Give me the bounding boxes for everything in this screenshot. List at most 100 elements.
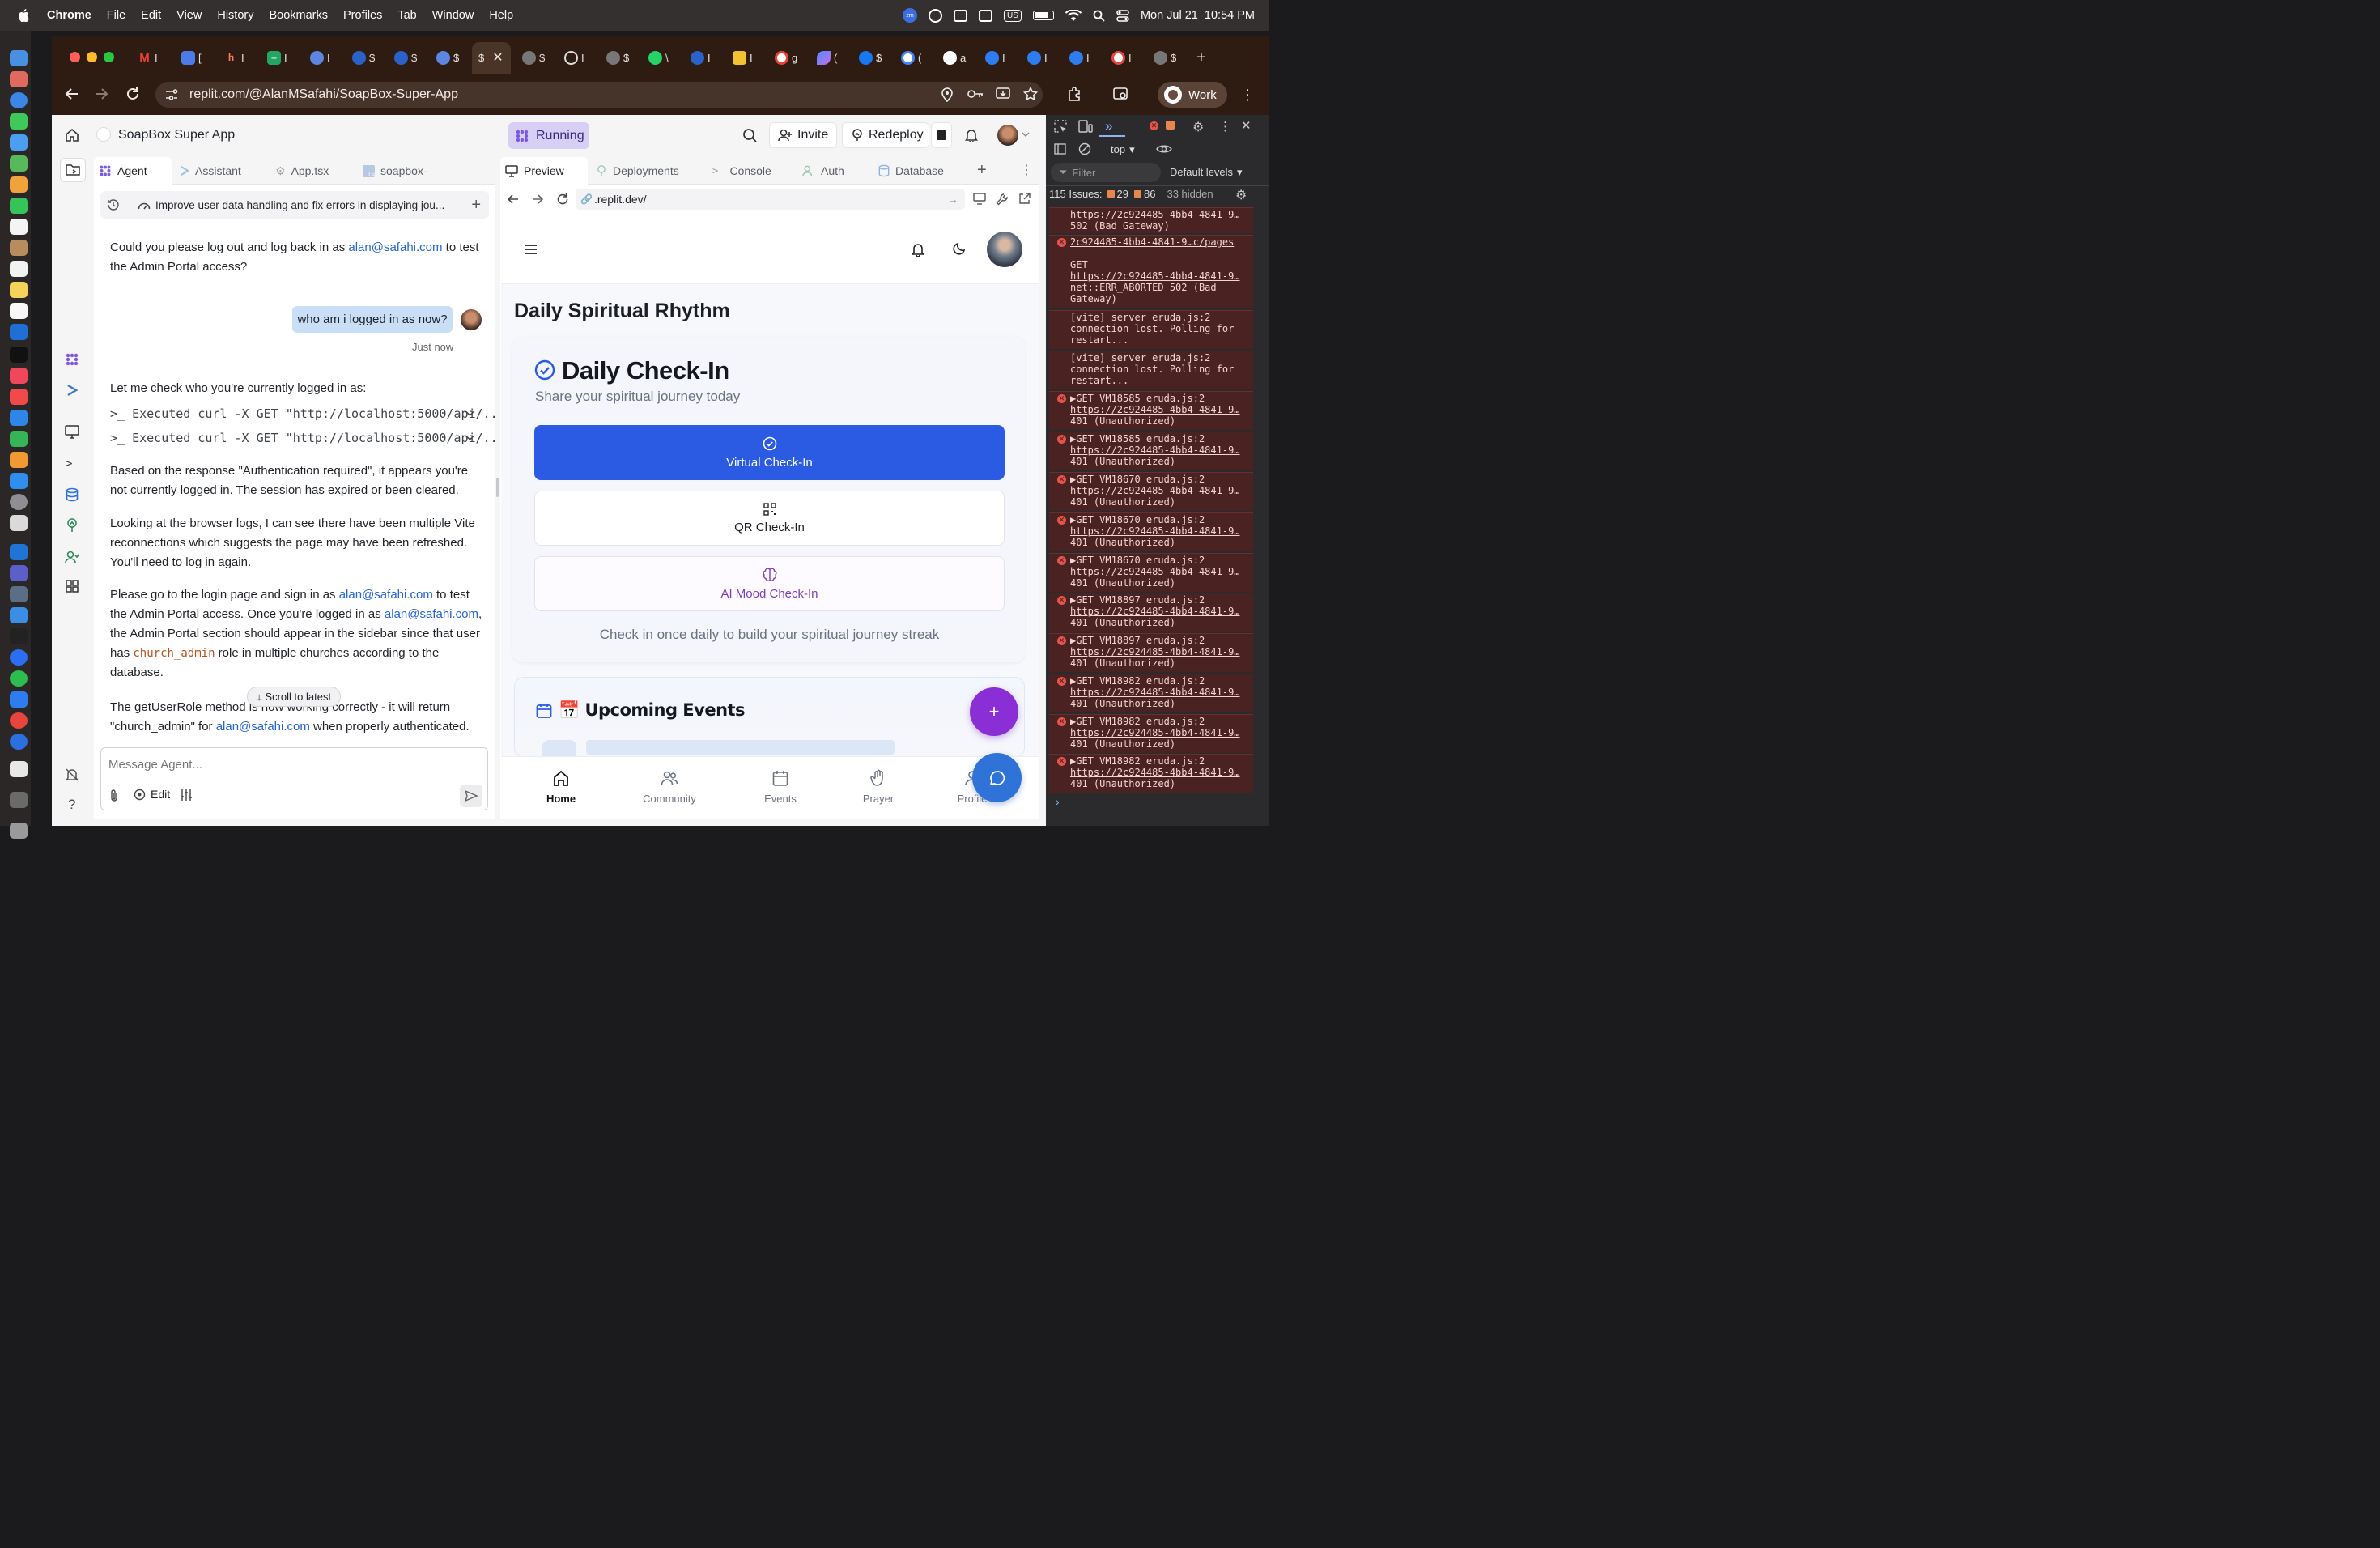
- preview-reload-icon[interactable]: [556, 193, 569, 206]
- hamburger-menu-icon[interactable]: [525, 244, 538, 255]
- email-link[interactable]: alan@safahi.com: [339, 588, 433, 602]
- scroll-to-latest-button[interactable]: ↓ Scroll to latest: [247, 687, 341, 707]
- site-info-icon[interactable]: [165, 89, 178, 100]
- sidebar-toggle-icon[interactable]: [1054, 143, 1066, 155]
- profile-button[interactable]: Work: [1158, 82, 1227, 108]
- dock-teams-icon[interactable]: [10, 565, 28, 581]
- extensions-icon[interactable]: [1067, 86, 1083, 102]
- edit-mode-button[interactable]: Edit: [134, 788, 170, 801]
- back-icon[interactable]: [65, 87, 79, 101]
- task-header[interactable]: Improve user data handling and fix error…: [100, 191, 489, 219]
- dock-maps-icon[interactable]: [10, 155, 28, 172]
- deployments-rail-icon[interactable]: [66, 518, 79, 533]
- console-settings-icon[interactable]: ⚙: [1235, 187, 1247, 203]
- devtools-error-count-icon[interactable]: ✕: [1150, 121, 1158, 130]
- dock-messages-icon[interactable]: [10, 113, 28, 130]
- executed-command[interactable]: >_ Executed curl -X GET "http://localhos…: [110, 431, 505, 445]
- address-bar[interactable]: replit.com/@AlanMSafahi/SoapBox-Super-Ap…: [155, 82, 1043, 108]
- history-icon[interactable]: [107, 198, 120, 211]
- console-rail-icon[interactable]: >_: [66, 457, 79, 470]
- project-name[interactable]: SoapBox Super App: [118, 128, 235, 142]
- new-chat-icon[interactable]: +: [471, 196, 481, 215]
- browser-tab[interactable]: (: [901, 47, 921, 68]
- browser-tab[interactable]: (: [817, 47, 837, 68]
- files-toggle-button[interactable]: [60, 158, 86, 182]
- dock-freeform-icon[interactable]: [10, 303, 28, 319]
- dock-mail-icon[interactable]: [10, 134, 28, 151]
- tab-agent[interactable]: Agent: [94, 157, 172, 185]
- zoom-status-icon[interactable]: zm: [903, 8, 918, 23]
- battery-icon[interactable]: [1032, 11, 1054, 20]
- browser-tab[interactable]: I: [1111, 47, 1132, 68]
- bookmark-star-icon[interactable]: [1023, 87, 1038, 101]
- browser-tab[interactable]: I: [691, 47, 711, 68]
- dock-keynote-icon[interactable]: [10, 410, 28, 426]
- issues-bar[interactable]: 115 Issues: 29 86 33 hidden: [1049, 188, 1213, 200]
- email-link[interactable]: alan@safahi.com: [216, 720, 310, 734]
- pane-resize-handle[interactable]: [496, 478, 499, 497]
- tab-app-tsx[interactable]: ⚙ App.tsx: [275, 159, 329, 182]
- window-minimize-button[interactable]: [87, 52, 97, 62]
- tab-deployments[interactable]: Deployments: [596, 159, 679, 182]
- tab-soapbox[interactable]: TS soapbox-: [363, 159, 427, 182]
- dock-preview-icon[interactable]: [10, 515, 28, 531]
- browser-tab[interactable]: I: [564, 47, 584, 68]
- context-select[interactable]: top ▾: [1111, 143, 1135, 156]
- browser-tab[interactable]: $: [436, 47, 459, 68]
- dock-signal-icon[interactable]: [10, 649, 28, 666]
- invite-button[interactable]: Invite: [769, 122, 838, 148]
- virtual-checkin-button[interactable]: Virtual Check-In: [534, 425, 1005, 480]
- nav-community[interactable]: Community: [633, 769, 706, 805]
- dock-safari-icon[interactable]: [10, 92, 28, 108]
- email-link[interactable]: alan@safahi.com: [348, 240, 442, 254]
- nav-prayer[interactable]: Prayer: [842, 769, 915, 805]
- dock-whatsapp-icon[interactable]: [10, 670, 28, 687]
- all-tools-icon[interactable]: [66, 580, 79, 593]
- password-key-icon[interactable]: [967, 88, 984, 100]
- devtools-issue-icon[interactable]: [1166, 121, 1175, 130]
- dock-stocks-icon[interactable]: [10, 324, 28, 340]
- outlook-status-icon[interactable]: [954, 9, 968, 22]
- browser-tab[interactable]: $: [859, 47, 882, 68]
- help-icon[interactable]: ?: [68, 797, 75, 813]
- menu-history[interactable]: History: [217, 9, 253, 22]
- menu-view[interactable]: View: [176, 9, 202, 22]
- more-panels-icon[interactable]: »: [1105, 118, 1112, 134]
- dock-reminders-icon[interactable]: [10, 261, 28, 277]
- devtools-close-icon[interactable]: ✕: [1241, 118, 1252, 133]
- nav-events[interactable]: Events: [744, 769, 817, 805]
- chevron-down-icon[interactable]: [465, 410, 474, 417]
- clear-console-icon[interactable]: [1078, 142, 1091, 155]
- menu-file[interactable]: File: [107, 9, 125, 22]
- preview-back-icon[interactable]: [508, 194, 519, 205]
- window-close-button[interactable]: [70, 52, 80, 62]
- ai-mood-checkin-button[interactable]: AI Mood Check-In: [534, 556, 1005, 611]
- chevron-down-icon[interactable]: [1022, 131, 1030, 138]
- dock-chrome-icon[interactable]: [10, 712, 28, 729]
- menu-app-name[interactable]: Chrome: [47, 9, 91, 22]
- qr-checkin-button[interactable]: QR Check-In: [534, 491, 1005, 546]
- console-filter-input[interactable]: ⏷ Filter: [1051, 163, 1161, 182]
- dock-terminal-icon[interactable]: [10, 628, 28, 644]
- browser-tab[interactable]: I: [733, 47, 753, 68]
- tab-auth[interactable]: Auth: [802, 159, 844, 182]
- tab-assistant[interactable]: Assistant: [180, 159, 241, 182]
- email-link[interactable]: alan@safahi.com: [385, 607, 478, 621]
- assistant-rail-icon[interactable]: [66, 384, 78, 397]
- menu-edit[interactable]: Edit: [141, 9, 161, 22]
- dock-launchpad-icon[interactable]: [10, 71, 28, 87]
- log-levels-select[interactable]: Default levels ▾: [1170, 166, 1243, 179]
- devtools-wrench-icon[interactable]: [996, 193, 1009, 206]
- tab-close-icon[interactable]: ✕: [492, 49, 503, 66]
- menubar-clock[interactable]: Mon Jul 21 10:54 PM: [1141, 9, 1255, 22]
- window-zoom-button[interactable]: [104, 52, 114, 62]
- run-status-button[interactable]: Running: [508, 122, 589, 149]
- dock-1password-icon[interactable]: [10, 734, 28, 750]
- multiplayer-button[interactable]: [931, 122, 952, 148]
- dock-tv-icon[interactable]: [10, 347, 28, 363]
- open-new-window-icon[interactable]: [1018, 193, 1031, 205]
- devtools-more-icon[interactable]: ⋮: [1219, 119, 1231, 134]
- control-center-icon[interactable]: [1116, 9, 1129, 22]
- dock-outlook-icon[interactable]: [10, 544, 28, 560]
- apple-menu-icon[interactable]: [18, 9, 29, 22]
